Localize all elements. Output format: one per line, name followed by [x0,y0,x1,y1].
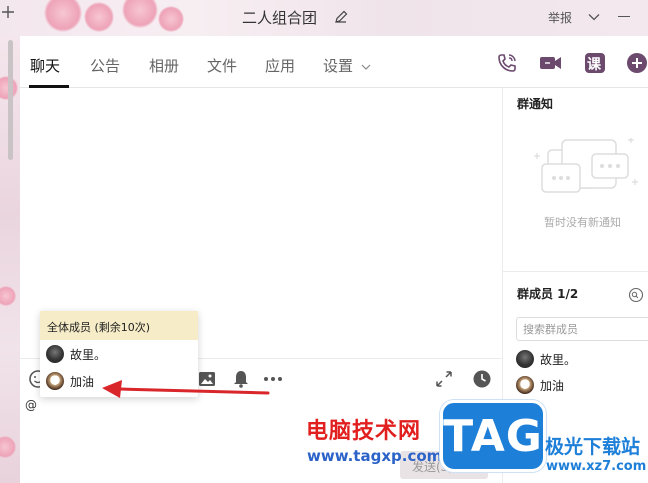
course-icon[interactable]: 课 [584,52,606,74]
chevron-down-icon[interactable] [587,9,601,23]
tab-album[interactable]: 相册 [149,55,179,76]
video-call-icon[interactable] [538,52,561,74]
watermark-site-url: www.tagxp.com [307,447,443,465]
mention-member-name: 故里。 [70,347,107,362]
add-circle-icon[interactable] [626,52,648,74]
mention-member-name: 加油 [70,374,95,389]
watermark-xz-name: 极光下载站 [545,436,641,458]
member-name: 故里。 [540,352,577,367]
tab-files[interactable]: 文件 [207,55,237,76]
annotation-arrow-icon [98,378,270,402]
notice-title: 群通知 [517,97,554,111]
section-divider [503,271,648,272]
title-bar: 二人组合团 举报 [20,0,648,36]
history-clock-icon[interactable] [472,369,492,389]
tab-chat[interactable]: 聊天 [30,55,60,76]
voice-call-icon[interactable] [496,52,518,74]
watermark-site-name: 电脑技术网 [306,419,422,444]
member-search-input[interactable] [516,317,648,341]
avatar [516,376,534,394]
watermark-tag-logo: TAG [440,400,546,472]
tab-apps[interactable]: 应用 [265,55,295,76]
member-search-toggle-icon[interactable] [628,287,644,303]
avatar [46,345,64,363]
add-icon[interactable] [1,2,17,28]
message-input-text[interactable]: @ [25,398,37,412]
empty-notice-text: 暂时没有新通知 [544,216,621,229]
blossom-decoration [0,436,16,458]
watermark-logo-text: TAG [443,411,543,462]
tab-announcement[interactable]: 公告 [90,55,120,76]
member-list-item[interactable]: 加油 [516,375,564,395]
course-label: 课 [587,57,601,73]
left-scrollbar[interactable] [8,40,13,160]
chevron-down-icon [361,64,371,70]
tab-bar: 聊天 公告 相册 文件 应用 设置 课 [20,36,648,88]
report-button[interactable]: 举报 [548,9,572,26]
avatar [46,372,64,390]
avatar [516,350,534,368]
empty-notice-illustration [528,137,638,208]
tab-settings-label: 设置 [323,57,354,75]
mention-member-option[interactable]: 故里。 [46,342,106,366]
members-title: 群成员 1/2 [517,287,579,301]
minimize-button[interactable] [618,16,630,17]
tab-settings[interactable]: 设置 [323,55,372,76]
mention-member-option[interactable]: 加油 [46,369,94,393]
blossom-decoration [0,286,16,306]
member-name: 加油 [540,378,565,393]
edit-icon[interactable] [333,9,349,25]
member-list-item[interactable]: 故里。 [516,349,576,369]
mention-all-members-option[interactable]: 全体成员 (剩余10次) [40,311,198,340]
expand-icon[interactable] [434,369,454,389]
watermark-xz-url: www.xz7.com [546,459,647,474]
group-title: 二人组合团 [242,9,318,27]
